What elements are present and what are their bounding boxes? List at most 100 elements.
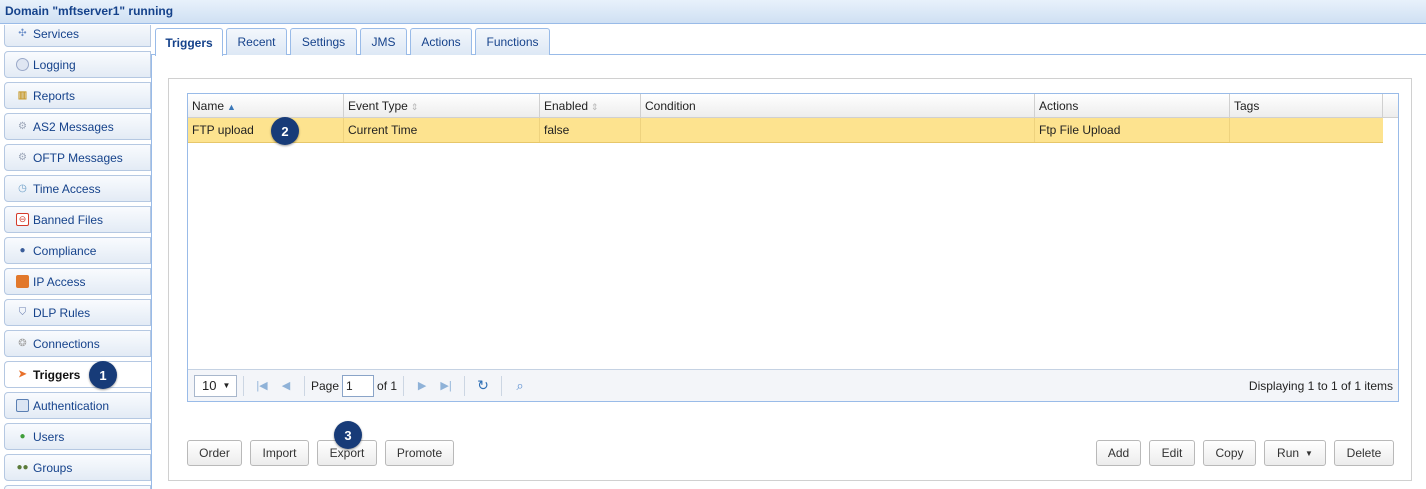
sidebar-item-label: Users xyxy=(33,429,65,444)
column-header-actions[interactable]: Actions xyxy=(1035,94,1230,118)
sidebar-item-time-access[interactable]: ◷ Time Access xyxy=(4,175,151,202)
run-button[interactable]: Run ▼ xyxy=(1264,440,1326,466)
sidebar-item-label: Triggers xyxy=(33,367,81,382)
sidebar-item-authentication[interactable]: Authentication xyxy=(4,392,151,419)
cell-condition xyxy=(641,118,1035,142)
authentication-icon xyxy=(16,399,29,412)
column-label: Enabled xyxy=(544,99,589,113)
sidebar-item-groups[interactable]: ●● Groups xyxy=(4,454,151,481)
tab-settings[interactable]: Settings xyxy=(290,28,357,55)
pager-separator xyxy=(501,375,503,396)
sidebar-item-label: Authentication xyxy=(33,398,110,413)
sidebar-item-more[interactable] xyxy=(4,485,151,489)
add-button[interactable]: Add xyxy=(1096,440,1141,466)
triggers-grid: Name ▲ Event Type ⇕ Enabled ⇕ Condition Act… xyxy=(187,93,1399,402)
page-label: Page xyxy=(311,378,340,393)
callout-marker-3: 3 xyxy=(334,421,362,449)
sidebar-item-label: AS2 Messages xyxy=(33,119,114,134)
dlp-rules-icon: ⛉ xyxy=(18,307,27,318)
sidebar-item-logging[interactable]: Logging xyxy=(4,51,151,78)
import-button[interactable]: Import xyxy=(250,440,309,466)
column-header-event-type[interactable]: Event Type ⇕ xyxy=(344,94,540,118)
tab-bar: Triggers Recent Settings JMS Actions Fun… xyxy=(151,25,1426,56)
column-label: Actions xyxy=(1039,99,1079,113)
ip-access-icon xyxy=(16,275,29,288)
sidebar-item-reports[interactable]: ▥ Reports xyxy=(4,82,151,109)
sort-icon: ⇕ xyxy=(410,102,419,112)
banned-files-icon: ⊖ xyxy=(16,213,29,226)
column-header-name[interactable]: Name ▲ xyxy=(188,94,344,118)
grid-header: Name ▲ Event Type ⇕ Enabled ⇕ Condition Act… xyxy=(188,94,1398,118)
sidebar-item-oftp-messages[interactable]: ⚙ OFTP Messages xyxy=(4,144,151,171)
sidebar-item-dlp-rules[interactable]: ⛉ DLP Rules xyxy=(4,299,151,326)
sidebar-item-users[interactable]: ● Users xyxy=(4,423,151,450)
sort-icon: ⇕ xyxy=(591,102,599,112)
pager-separator xyxy=(403,375,405,396)
tab-actions[interactable]: Actions xyxy=(410,28,472,55)
promote-button[interactable]: Promote xyxy=(385,440,454,466)
next-page-icon[interactable]: ▶ xyxy=(410,379,434,392)
sidebar-item-label: Time Access xyxy=(33,181,101,196)
chevron-down-icon: ▼ xyxy=(1305,448,1313,458)
sidebar-item-label: Logging xyxy=(33,57,76,72)
run-label: Run xyxy=(1277,446,1300,460)
groups-icon: ●● xyxy=(16,462,29,473)
column-header-enabled[interactable]: Enabled ⇕ xyxy=(540,94,641,118)
tab-jms[interactable]: JMS xyxy=(360,28,407,55)
page-number-input[interactable]: 1 xyxy=(342,374,375,397)
sidebar-item-label: Reports xyxy=(33,88,76,103)
sidebar-item-label: Groups xyxy=(33,460,73,475)
cell-enabled: false xyxy=(540,118,641,142)
sidebar-item-label: DLP Rules xyxy=(33,305,91,320)
cell-event-type: Current Time xyxy=(344,118,540,142)
sidebar-item-label: Services xyxy=(33,26,80,41)
column-header-tags[interactable]: Tags xyxy=(1230,94,1383,118)
sort-asc-icon: ▲ xyxy=(227,102,236,112)
tab-recent[interactable]: Recent xyxy=(226,28,287,55)
window-title: Domain "mftserver1" running xyxy=(0,0,1426,24)
sidebar-item-triggers[interactable]: ➤ Triggers xyxy=(4,361,151,388)
column-label: Name xyxy=(192,99,225,113)
page-total-label: of 1 xyxy=(377,378,398,393)
sidebar-item-connections[interactable]: ❂ Connections xyxy=(4,330,151,357)
triggers-icon: ➤ xyxy=(18,369,27,380)
delete-button[interactable]: Delete xyxy=(1334,440,1394,466)
tab-triggers[interactable]: Triggers xyxy=(155,28,223,56)
sidebar-item-compliance[interactable]: ● Compliance xyxy=(4,237,151,264)
column-label: Event Type xyxy=(348,99,408,113)
prev-page-icon[interactable]: ◀ xyxy=(274,379,298,392)
as2-messages-icon: ⚙ xyxy=(18,121,27,132)
copy-button[interactable]: Copy xyxy=(1203,440,1256,466)
order-button[interactable]: Order xyxy=(187,440,242,466)
logging-icon xyxy=(16,58,29,71)
sidebar-item-ip-access[interactable]: IP Access xyxy=(4,268,151,295)
sidebar-item-label: Banned Files xyxy=(33,212,104,227)
chevron-down-icon: ▼ xyxy=(222,381,231,390)
refresh-icon[interactable]: ↻ xyxy=(471,377,495,394)
sidebar-item-services[interactable]: ✣ Services xyxy=(4,25,151,47)
callout-marker-1: 1 xyxy=(89,361,117,389)
reports-icon: ▥ xyxy=(17,90,28,101)
edit-button[interactable]: Edit xyxy=(1149,440,1195,466)
cell-actions: Ftp File Upload xyxy=(1035,118,1230,142)
oftp-messages-icon: ⚙ xyxy=(18,152,27,163)
callout-marker-2: 2 xyxy=(271,117,299,145)
connections-icon: ❂ xyxy=(18,338,27,349)
compliance-icon: ● xyxy=(19,245,26,256)
sidebar-item-banned-files[interactable]: ⊖ Banned Files xyxy=(4,206,151,233)
cell-tags xyxy=(1230,118,1383,142)
search-icon[interactable]: ⌕ xyxy=(508,378,532,394)
page-size-select[interactable]: 10 ▼ xyxy=(194,374,237,397)
page-size-value: 10 xyxy=(202,378,217,393)
services-icon: ✣ xyxy=(18,28,27,39)
column-label: Tags xyxy=(1234,99,1260,113)
column-header-condition[interactable]: Condition xyxy=(641,94,1035,118)
sidebar-item-label: OFTP Messages xyxy=(33,150,123,165)
tab-functions[interactable]: Functions xyxy=(475,28,550,55)
last-page-icon[interactable]: ▶| xyxy=(434,379,458,392)
sidebar-item-as2-messages[interactable]: ⚙ AS2 Messages xyxy=(4,113,151,140)
pager-separator xyxy=(464,375,466,396)
table-row[interactable]: FTP upload Current Time false Ftp File U… xyxy=(188,118,1383,143)
pager-separator xyxy=(243,375,244,396)
first-page-icon[interactable]: |◀ xyxy=(250,379,274,392)
